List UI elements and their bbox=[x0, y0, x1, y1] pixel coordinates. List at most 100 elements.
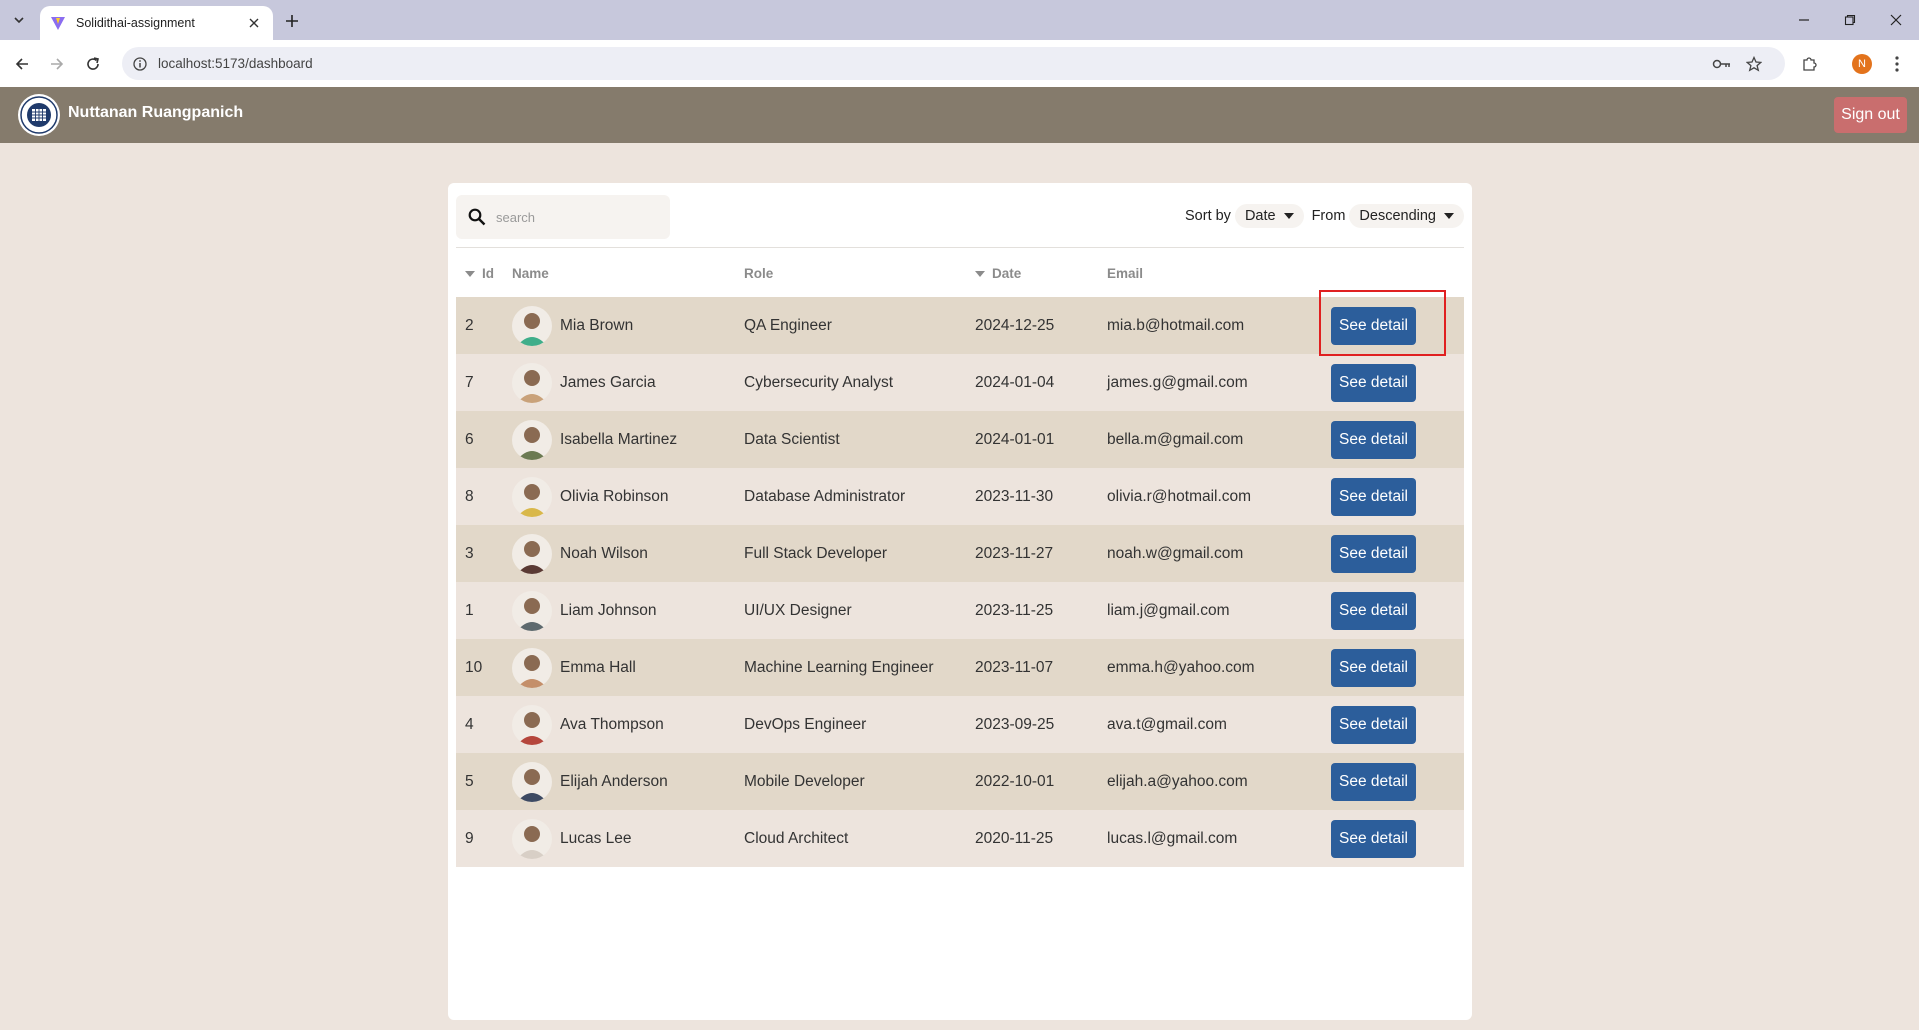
column-header-action bbox=[1331, 250, 1464, 297]
search-box[interactable] bbox=[456, 195, 670, 239]
tab-close-icon[interactable] bbox=[245, 14, 263, 32]
browser-menu-button[interactable] bbox=[1884, 51, 1910, 77]
column-header-role[interactable]: Role bbox=[744, 250, 975, 297]
user-name: Mia Brown bbox=[560, 316, 634, 334]
avatar bbox=[512, 476, 552, 517]
cell-action: See detail bbox=[1331, 297, 1464, 354]
cell-name: Isabella Martinez bbox=[512, 411, 744, 468]
sort-by-label: Sort by bbox=[1185, 208, 1231, 224]
avatar bbox=[512, 704, 552, 745]
profile-button[interactable]: N bbox=[1849, 51, 1875, 77]
sort-order-dropdown[interactable]: Descending bbox=[1349, 204, 1464, 228]
see-detail-button[interactable]: See detail bbox=[1331, 591, 1416, 630]
vite-favicon-icon bbox=[51, 17, 65, 30]
password-key-icon[interactable] bbox=[1712, 47, 1732, 80]
avatar bbox=[512, 761, 552, 802]
cell-email: olivia.r@hotmail.com bbox=[1107, 487, 1252, 505]
column-header-name[interactable]: Name bbox=[512, 250, 744, 297]
cell-role: Full Stack Developer bbox=[744, 544, 888, 562]
cell-role: Machine Learning Engineer bbox=[744, 658, 934, 676]
cell-name: James Garcia bbox=[512, 354, 744, 411]
see-detail-button[interactable]: See detail bbox=[1331, 819, 1416, 858]
profile-avatar: N bbox=[1852, 54, 1872, 74]
browser-toolbar: localhost:5173/dashboard N bbox=[0, 40, 1919, 87]
see-detail-button[interactable]: See detail bbox=[1331, 534, 1416, 573]
tab-title: Solidithai-assignment bbox=[76, 16, 195, 30]
cell-name: Olivia Robinson bbox=[512, 468, 744, 525]
cell-role: Cloud Architect bbox=[744, 829, 849, 847]
see-detail-button[interactable]: See detail bbox=[1331, 705, 1416, 744]
sort-field-dropdown[interactable]: Date bbox=[1234, 204, 1304, 228]
table-row: 3 Noah Wilson Full Stack Developer 2023-11-… bbox=[456, 525, 1464, 582]
browser-tab[interactable]: Solidithai-assignment bbox=[40, 6, 273, 40]
address-bar[interactable]: localhost:5173/dashboard bbox=[122, 47, 1785, 80]
cell-name: Noah Wilson bbox=[512, 525, 744, 582]
see-detail-button[interactable]: See detail bbox=[1331, 477, 1416, 516]
cell-email: emma.h@yahoo.com bbox=[1107, 658, 1255, 676]
current-user-name: Nuttanan Ruangpanich bbox=[68, 104, 244, 121]
cell-id: 3 bbox=[465, 544, 474, 562]
close-window-button[interactable] bbox=[1884, 8, 1908, 32]
cell-id: 1 bbox=[465, 601, 474, 619]
cell-id: 5 bbox=[465, 772, 474, 790]
user-name: Noah Wilson bbox=[560, 544, 648, 562]
user-name: James Garcia bbox=[560, 373, 656, 391]
forward-button[interactable] bbox=[44, 51, 70, 77]
cell-date: 2023-11-27 bbox=[975, 544, 1054, 562]
reload-button[interactable] bbox=[80, 51, 106, 77]
caret-down-icon bbox=[1283, 213, 1294, 219]
plus-icon bbox=[286, 15, 298, 27]
sort-controls: Sort by Date From Descending bbox=[1185, 204, 1464, 228]
column-header-id[interactable]: Id bbox=[456, 250, 512, 297]
cell-id: 10 bbox=[465, 658, 483, 676]
table-body: 2 Mia Brown QA Engineer 2024-12-25 mia.b@hot… bbox=[456, 297, 1464, 867]
tab-search-dropdown[interactable] bbox=[6, 9, 32, 31]
avatar bbox=[512, 533, 552, 574]
sort-order-value: Descending bbox=[1359, 208, 1436, 224]
browser-tabbar: Solidithai-assignment bbox=[0, 0, 1919, 40]
column-header-date[interactable]: Date bbox=[975, 250, 1107, 297]
cell-action: See detail bbox=[1331, 468, 1464, 525]
cell-role: DevOps Engineer bbox=[744, 715, 867, 733]
see-detail-button[interactable]: See detail bbox=[1331, 363, 1416, 402]
bookmark-star-icon[interactable] bbox=[1746, 47, 1762, 80]
see-detail-button[interactable]: See detail bbox=[1331, 648, 1416, 687]
kebab-menu-icon bbox=[1895, 56, 1899, 72]
table-row: 10 Emma Hall Machine Learning Engineer 2023… bbox=[456, 639, 1464, 696]
user-name: Emma Hall bbox=[560, 658, 636, 676]
puzzle-icon bbox=[1803, 57, 1817, 71]
cell-id: 6 bbox=[465, 430, 474, 448]
column-header-email[interactable]: Email bbox=[1107, 250, 1331, 297]
minimize-icon bbox=[1799, 19, 1809, 21]
table-header-row: Id Name Role Date Email bbox=[456, 250, 1464, 297]
cell-action: See detail bbox=[1331, 696, 1464, 753]
avatar bbox=[512, 362, 552, 403]
cell-role: Cybersecurity Analyst bbox=[744, 373, 894, 391]
table-row: 1 Liam Johnson UI/UX Designer 2023-11-25 lia… bbox=[456, 582, 1464, 639]
cell-role: QA Engineer bbox=[744, 316, 832, 334]
new-tab-button[interactable] bbox=[280, 9, 304, 33]
user-name: Ava Thompson bbox=[560, 715, 664, 733]
site-info-icon[interactable] bbox=[130, 54, 150, 74]
cell-date: 2020-11-25 bbox=[975, 829, 1054, 847]
cell-email: noah.w@gmail.com bbox=[1107, 544, 1244, 562]
chevron-down-icon bbox=[14, 17, 24, 24]
avatar bbox=[512, 647, 552, 688]
extensions-button[interactable] bbox=[1796, 51, 1822, 77]
see-detail-button[interactable]: See detail bbox=[1331, 762, 1416, 801]
cell-action: See detail bbox=[1331, 810, 1464, 867]
minimize-button[interactable] bbox=[1792, 8, 1816, 32]
avatar bbox=[512, 590, 552, 631]
restore-button[interactable] bbox=[1838, 8, 1862, 32]
cell-name: Mia Brown bbox=[512, 297, 744, 354]
divider bbox=[456, 247, 1464, 248]
avatar bbox=[512, 818, 552, 859]
cell-id: 2 bbox=[465, 316, 474, 334]
sign-out-button[interactable]: Sign out bbox=[1834, 97, 1907, 133]
back-button[interactable] bbox=[9, 51, 35, 77]
avatar bbox=[512, 419, 552, 460]
search-input[interactable] bbox=[496, 209, 666, 225]
see-detail-button[interactable]: See detail bbox=[1331, 306, 1416, 345]
see-detail-button[interactable]: See detail bbox=[1331, 420, 1416, 459]
users-card: Sort by Date From Descending Id Name Rol… bbox=[448, 183, 1472, 1020]
